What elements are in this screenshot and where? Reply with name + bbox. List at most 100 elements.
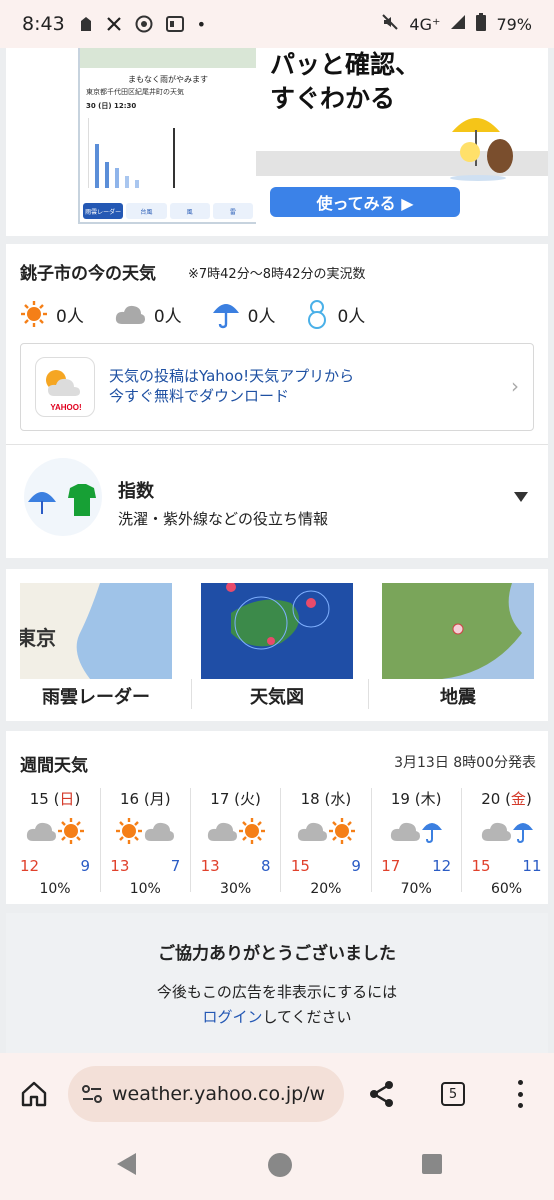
network-type: 4G⁺ xyxy=(409,14,441,34)
current-weather-title: 銚子市の今の天気 xyxy=(20,264,156,284)
status-bar: 8:43 • 4G⁺ 79% xyxy=(0,0,554,48)
more-notifications-dot-icon: • xyxy=(196,14,207,34)
day-precip-chance: 70% xyxy=(400,881,432,897)
day-temps: 13 8 xyxy=(191,857,281,875)
day-weather-icons xyxy=(281,815,371,851)
back-icon[interactable] xyxy=(117,1153,136,1175)
yahoo-weather-app-icon: YAHOO! xyxy=(35,357,95,417)
thanks-heading: ご協力ありがとうございました xyxy=(158,944,396,964)
day-temps: 15 11 xyxy=(462,857,552,875)
sun-icon xyxy=(57,817,85,849)
sunny-report-count[interactable]: 0人 xyxy=(20,300,84,328)
x-logo-icon xyxy=(106,16,122,32)
address-bar[interactable]: weather.yahoo.co.jp/w xyxy=(68,1066,344,1122)
ad-phone-screenshot: まもなく雨がやみます 東京都千代田区紀尾井町の天気 30 (日) 12:30 雨… xyxy=(78,48,258,224)
index-illustration xyxy=(24,458,102,536)
day-temps: 12 9 xyxy=(10,857,100,875)
weekly-day[interactable]: 15 (日) 12 9 10% xyxy=(10,788,100,897)
maps-card: 東京 雨雲レーダー 天気図 地震 xyxy=(6,569,548,721)
weather-chart-map[interactable] xyxy=(201,583,353,679)
thanks-line1: 今後もこの広告を非表示にするには xyxy=(156,983,398,1001)
chrome-icon xyxy=(135,15,153,33)
weather-report-counts: 0人 0人 0人 0人 xyxy=(20,298,395,330)
ad-phone-tabs: 雨雲レーダー 台風 風 雷 xyxy=(80,200,256,222)
share-icon[interactable] xyxy=(368,1080,396,1108)
home-circle-icon[interactable] xyxy=(268,1153,292,1177)
rainy-report-count[interactable]: 0人 xyxy=(212,299,276,329)
rainy-count: 0人 xyxy=(247,306,276,327)
battery-icon xyxy=(476,13,487,35)
weekly-weather-card: 週間天気 3月13日 8時00分発表 15 (日) 12 9 10% 16 (月) 13 7… xyxy=(6,731,548,904)
ad-phone-rain-chart xyxy=(88,118,248,188)
rain-radar-map[interactable]: 東京 xyxy=(20,583,172,679)
day-temps: 15 9 xyxy=(281,857,371,875)
cloud-icon xyxy=(143,820,175,846)
news-app-icon xyxy=(165,16,184,32)
index-subtitle: 洗濯・紫外線などの役立ち情報 xyxy=(118,510,329,528)
divider xyxy=(368,679,369,709)
weekly-day[interactable]: 20 (金) 15 11 60% xyxy=(462,788,552,897)
day-precip-chance: 20% xyxy=(310,881,342,897)
day-date: 15 (日) xyxy=(29,790,81,808)
recent-apps-icon[interactable] xyxy=(422,1154,442,1174)
day-weekday: 月 xyxy=(149,790,165,808)
rain-radar-label[interactable]: 雨雲レーダー xyxy=(11,683,181,709)
cloud-icon xyxy=(25,820,57,846)
day-low: 9 xyxy=(80,857,90,875)
umbrella-icon xyxy=(421,819,443,847)
weather-chart-label[interactable]: 天気図 xyxy=(192,683,362,709)
cloudy-count: 0人 xyxy=(153,306,182,327)
browser-toolbar: weather.yahoo.co.jp/w 5 xyxy=(0,1053,554,1133)
day-temps: 17 12 xyxy=(371,857,461,875)
ad-phone-tab: 雨雲レーダー xyxy=(83,203,124,219)
ad-headline: パッと確認、 すぐわかる xyxy=(270,48,420,116)
day-precip-chance: 10% xyxy=(39,881,71,897)
ad-phone-tab: 台風 xyxy=(126,203,167,219)
day-date: 19 (木) xyxy=(390,790,442,808)
app-download-promo[interactable]: YAHOO! 天気の投稿はYahoo!天気アプリから 今すぐ無料でダウンロード … xyxy=(20,343,534,431)
weekly-title: 週間天気 xyxy=(20,756,88,776)
weekly-day[interactable]: 18 (水) 15 9 20% xyxy=(281,788,371,897)
battery-percent: 79% xyxy=(496,14,532,34)
day-weather-icons xyxy=(10,815,100,851)
expand-triangle-icon[interactable] xyxy=(514,492,528,502)
day-precip-chance: 60% xyxy=(490,881,523,897)
weekly-day[interactable]: 19 (木) 17 12 70% xyxy=(371,788,461,897)
day-date: 17 (火) xyxy=(210,790,261,808)
cloudy-report-count[interactable]: 0人 xyxy=(114,302,182,327)
app-ad-banner[interactable]: まもなく雨がやみます 東京都千代田区紀尾井町の天気 30 (日) 12:30 雨… xyxy=(6,48,548,236)
url-text: weather.yahoo.co.jp/w xyxy=(112,1083,326,1105)
ad-try-button[interactable]: 使ってみる ▶ xyxy=(270,187,460,217)
snowy-count: 0人 xyxy=(337,306,366,327)
home-icon[interactable] xyxy=(20,1080,48,1108)
promo-line2: 今すぐ無料でダウンロード xyxy=(109,387,290,405)
day-weather-icons xyxy=(100,815,190,851)
login-link[interactable]: ログイン xyxy=(202,1008,262,1026)
ad-hidden-notice: ご協力ありがとうございました 今後もこの広告を非表示にするには ログインしてくだ… xyxy=(6,913,548,1053)
sun-icon xyxy=(115,817,143,849)
divider xyxy=(6,444,548,445)
divider xyxy=(99,788,101,892)
index-title[interactable]: 指数 xyxy=(118,477,154,503)
day-high: 13 xyxy=(110,857,130,875)
day-weather-icons xyxy=(462,815,552,851)
divider xyxy=(370,788,372,892)
day-low: 7 xyxy=(170,857,181,875)
weekly-day[interactable]: 16 (月) 13 7 10% xyxy=(100,788,190,897)
ad-headline-line1: パッと確認、 xyxy=(270,50,421,79)
promo-line1: 天気の投稿はYahoo!天気アプリから xyxy=(109,367,355,385)
tab-switcher-button[interactable]: 5 xyxy=(441,1082,465,1106)
current-weather-card: 銚子市の今の天気 ※7時42分〜8時42分の実況数 0人 0人 0人 0人 YA… xyxy=(6,244,548,558)
thanks-message: 今後もこの広告を非表示にするには ログインしてください xyxy=(6,980,548,1030)
snowy-report-count[interactable]: 0人 xyxy=(305,298,365,330)
day-weekday: 火 xyxy=(240,790,256,808)
weekly-day[interactable]: 17 (火) 13 8 30% xyxy=(191,788,281,897)
earthquake-label[interactable]: 地震 xyxy=(373,683,543,709)
cloud-icon xyxy=(296,820,328,846)
day-weather-icons xyxy=(371,815,461,851)
ad-phone-time: 30 (日) 12:30 xyxy=(86,102,137,110)
overflow-menu-icon[interactable] xyxy=(515,1080,525,1108)
earthquake-map[interactable] xyxy=(382,583,534,679)
site-settings-icon[interactable] xyxy=(82,1085,102,1103)
notification-app-icon xyxy=(79,16,93,32)
